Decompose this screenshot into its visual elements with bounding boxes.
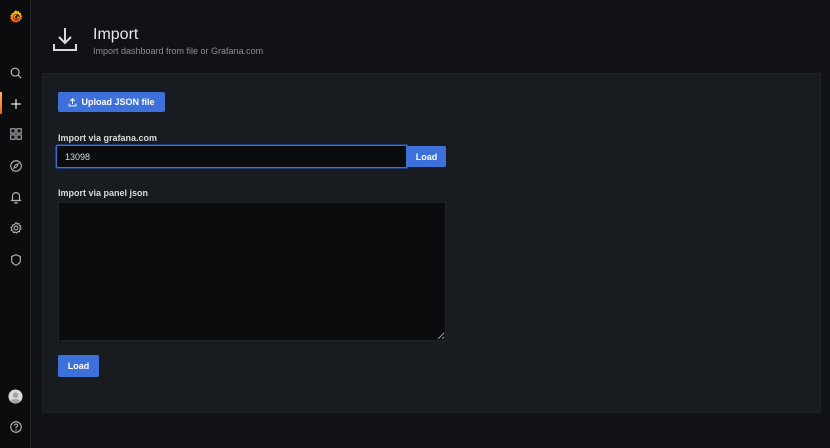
- help-icon[interactable]: [0, 414, 31, 440]
- panel-json-load-label: Load: [67, 361, 90, 371]
- grafana-com-input[interactable]: [56, 145, 407, 168]
- upload-json-label: Upload JSON file: [81, 97, 155, 107]
- upload-icon: [69, 97, 77, 106]
- gear-icon[interactable]: [0, 215, 31, 241]
- sidebar: [0, 0, 31, 448]
- page-subtitle: Import dashboard from file or Grafana.co…: [93, 46, 264, 56]
- bell-icon[interactable]: [0, 184, 31, 210]
- panel-json-textarea[interactable]: [58, 202, 446, 341]
- main-content: Import Import dashboard from file or Gra…: [31, 0, 830, 448]
- compass-icon[interactable]: [0, 153, 31, 179]
- page-header: Import Import dashboard from file or Gra…: [31, 0, 830, 72]
- grafana-logo-icon[interactable]: [0, 4, 31, 30]
- panel-json-load-button[interactable]: Load: [58, 355, 99, 377]
- grafana-com-label: Import via grafana.com: [58, 133, 158, 143]
- panel-json-label: Import via panel json: [58, 188, 149, 198]
- shield-icon[interactable]: [0, 247, 31, 273]
- import-download-icon: [53, 28, 77, 51]
- grid-icon[interactable]: [0, 121, 31, 147]
- page-title: Import: [93, 26, 139, 43]
- grafana-com-load-button[interactable]: Load: [407, 146, 446, 167]
- grafana-com-load-label: Load: [415, 151, 438, 162]
- search-icon[interactable]: [0, 60, 31, 86]
- avatar-icon[interactable]: [0, 383, 31, 409]
- upload-json-button[interactable]: Upload JSON file: [58, 92, 165, 112]
- plus-icon[interactable]: [0, 91, 31, 117]
